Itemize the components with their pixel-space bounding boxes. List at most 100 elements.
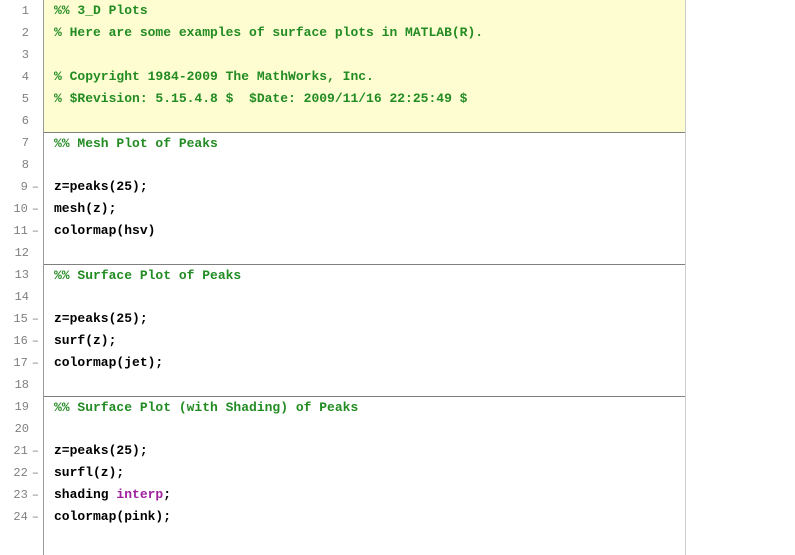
fold-dash[interactable]: – — [32, 506, 39, 528]
code-line[interactable]: %% 3_D Plots — [44, 0, 795, 22]
code-text: z=peaks(25); — [54, 311, 148, 326]
gutter-row: 15– — [0, 308, 43, 330]
code-text: colormap(jet); — [54, 355, 163, 370]
code-line[interactable] — [44, 242, 795, 264]
gutter-row: 12 — [0, 242, 43, 264]
gutter-row: 11– — [0, 220, 43, 242]
code-line[interactable]: shading interp; — [44, 484, 795, 506]
fold-dash[interactable]: – — [32, 330, 39, 352]
code-line[interactable]: % $Revision: 5.15.4.8 $ $Date: 2009/11/1… — [44, 88, 795, 110]
line-number: 21 — [13, 440, 27, 462]
gutter-row: 9– — [0, 176, 43, 198]
gutter-row: 24– — [0, 506, 43, 528]
code-line[interactable]: % Here are some examples of surface plot… — [44, 22, 795, 44]
fold-dash[interactable]: – — [32, 462, 39, 484]
gutter-row: 19 — [0, 396, 43, 418]
matlab-editor: 1 2 3 4 5 6 7 8 9– 10– 11– 12 13 14 15– … — [0, 0, 795, 555]
line-number: 10 — [13, 198, 27, 220]
gutter-row: 3 — [0, 44, 43, 66]
line-number: 13 — [15, 264, 29, 286]
gutter-row: 2 — [0, 22, 43, 44]
code-line[interactable]: z=peaks(25); — [44, 440, 795, 462]
gutter-row: 8 — [0, 154, 43, 176]
fold-dash[interactable]: – — [32, 352, 39, 374]
code-text: colormap(hsv) — [54, 223, 155, 238]
code-text: shading — [54, 487, 116, 502]
code-line[interactable]: colormap(pink); — [44, 506, 795, 528]
line-number: 12 — [15, 242, 29, 264]
gutter-row: 20 — [0, 418, 43, 440]
fold-dash[interactable]: – — [32, 484, 39, 506]
line-number: 7 — [22, 132, 29, 154]
gutter-row: 18 — [0, 374, 43, 396]
code-text: surfl(z); — [54, 465, 124, 480]
line-number: 19 — [15, 396, 29, 418]
line-number: 8 — [22, 154, 29, 176]
code-line[interactable]: colormap(jet); — [44, 352, 795, 374]
line-number: 5 — [22, 88, 29, 110]
line-number: 9 — [21, 176, 28, 198]
fold-dash[interactable]: – — [32, 308, 39, 330]
line-number: 2 — [22, 22, 29, 44]
code-line[interactable]: surf(z); — [44, 330, 795, 352]
section-header: %% 3_D Plots — [54, 3, 148, 18]
gutter-row: 6 — [0, 110, 43, 132]
right-rail — [685, 0, 795, 555]
line-number: 20 — [15, 418, 29, 440]
section-header: %% Surface Plot of Peaks — [54, 268, 241, 283]
gutter-row: 23– — [0, 484, 43, 506]
code-line[interactable]: %% Surface Plot (with Shading) of Peaks — [44, 396, 795, 418]
code-line[interactable] — [44, 418, 795, 440]
code-line[interactable]: z=peaks(25); — [44, 308, 795, 330]
fold-dash[interactable]: – — [32, 198, 39, 220]
comment-text: % Copyright 1984-2009 The MathWorks, Inc… — [54, 69, 374, 84]
line-number: 1 — [22, 0, 29, 22]
code-text: ; — [163, 487, 171, 502]
gutter-row: 10– — [0, 198, 43, 220]
code-line[interactable]: % Copyright 1984-2009 The MathWorks, Inc… — [44, 66, 795, 88]
code-line[interactable] — [44, 44, 795, 66]
line-number: 24 — [13, 506, 27, 528]
code-line[interactable]: colormap(hsv) — [44, 220, 795, 242]
gutter-row: 1 — [0, 0, 43, 22]
fold-dash[interactable]: – — [32, 440, 39, 462]
code-line[interactable]: %% Mesh Plot of Peaks — [44, 132, 795, 154]
fold-dash[interactable]: – — [32, 220, 39, 242]
line-number: 11 — [13, 220, 27, 242]
fold-dash[interactable]: – — [32, 176, 39, 198]
code-line[interactable] — [44, 154, 795, 176]
code-line[interactable] — [44, 286, 795, 308]
code-line[interactable] — [44, 110, 795, 132]
gutter-row: 5 — [0, 88, 43, 110]
code-text: z=peaks(25); — [54, 179, 148, 194]
code-line[interactable] — [44, 374, 795, 396]
code-text: mesh(z); — [54, 201, 116, 216]
code-line[interactable]: mesh(z); — [44, 198, 795, 220]
line-number: 16 — [13, 330, 27, 352]
gutter-row: 4 — [0, 66, 43, 88]
code-text: colormap(pink); — [54, 509, 171, 524]
code-line[interactable]: %% Surface Plot of Peaks — [44, 264, 795, 286]
comment-text: % Here are some examples of surface plot… — [54, 25, 483, 40]
gutter-row: 14 — [0, 286, 43, 308]
comment-text: % $Revision: 5.15.4.8 $ $Date: 2009/11/1… — [54, 91, 467, 106]
line-number: 22 — [13, 462, 27, 484]
code-area[interactable]: %% 3_D Plots % Here are some examples of… — [44, 0, 795, 555]
gutter-row: 7 — [0, 132, 43, 154]
gutter-row: 21– — [0, 440, 43, 462]
code-line[interactable]: surfl(z); — [44, 462, 795, 484]
code-text: z=peaks(25); — [54, 443, 148, 458]
line-number: 18 — [15, 374, 29, 396]
line-number: 14 — [15, 286, 29, 308]
code-text: surf(z); — [54, 333, 116, 348]
line-number: 4 — [22, 66, 29, 88]
gutter-row: 16– — [0, 330, 43, 352]
gutter-row: 13 — [0, 264, 43, 286]
line-gutter: 1 2 3 4 5 6 7 8 9– 10– 11– 12 13 14 15– … — [0, 0, 44, 555]
gutter-row: 17– — [0, 352, 43, 374]
gutter-row: 22– — [0, 462, 43, 484]
line-number: 3 — [22, 44, 29, 66]
line-number: 17 — [13, 352, 27, 374]
code-line[interactable]: z=peaks(25); — [44, 176, 795, 198]
line-number: 23 — [13, 484, 27, 506]
